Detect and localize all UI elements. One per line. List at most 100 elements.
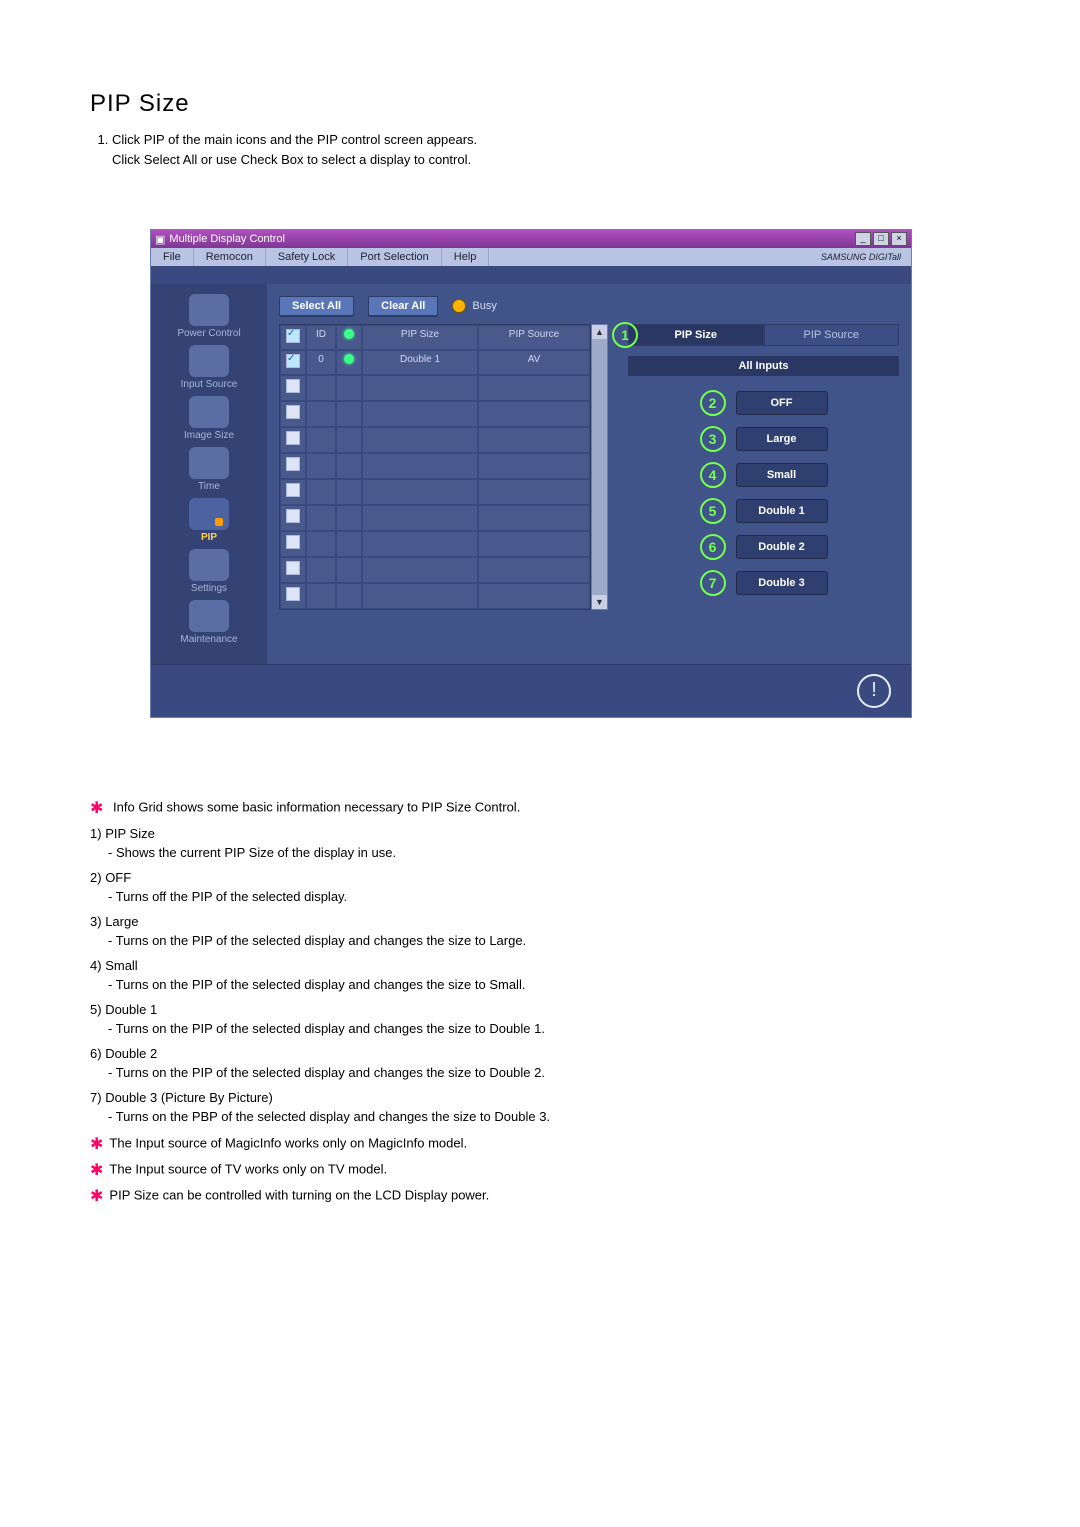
grid-row-empty [280, 401, 590, 427]
menu-file[interactable]: File [151, 248, 194, 266]
main-panel: Select All Clear All Busy ID [267, 284, 911, 664]
grid-row-empty [280, 479, 590, 505]
grid-header-checkbox[interactable] [280, 325, 306, 350]
grid-row-empty [280, 427, 590, 453]
sidebar-item-power[interactable]: Power Control [151, 294, 267, 339]
sidebar-item-image-size[interactable]: Image Size [151, 396, 267, 441]
option-double3-button[interactable]: Double 3 [736, 571, 828, 595]
app-icon: ▣ [155, 233, 165, 246]
grid-row-empty [280, 531, 590, 557]
brand-logo: SAMSUNG DIGITall [821, 252, 901, 262]
grid-row-empty [280, 557, 590, 583]
pip-size-options: 2 OFF 3 Large 4 Small [628, 390, 899, 596]
callout-2: 2 [700, 390, 726, 416]
option-double1-button[interactable]: Double 1 [736, 499, 828, 523]
desc-item: 5) Double 1 - Turns on the PIP of the se… [90, 1002, 990, 1036]
minimize-button[interactable]: _ [855, 232, 871, 246]
row-checkbox[interactable] [286, 354, 300, 368]
window-caption: Multiple Display Control [169, 233, 285, 245]
image-size-icon [189, 396, 229, 428]
star-icon: ✱ [90, 1162, 103, 1179]
right-panel: 1 PIP Size PIP Source All Inputs 2 OFF [618, 324, 899, 610]
star-icon: ✱ [90, 1188, 103, 1205]
all-inputs-header: All Inputs [628, 356, 899, 376]
sidebar-label: Power Control [151, 328, 267, 339]
menu-remocon[interactable]: Remocon [194, 248, 266, 266]
menu-help[interactable]: Help [442, 248, 490, 266]
menu-bar: File Remocon Safety Lock Port Selection … [151, 248, 911, 266]
callout-6: 6 [700, 534, 726, 560]
scroll-up-icon[interactable]: ▲ [592, 325, 607, 339]
grid-row-empty [280, 375, 590, 401]
callout-4: 4 [700, 462, 726, 488]
note-text: The Input source of MagicInfo works only… [109, 1135, 467, 1150]
grid-scrollbar[interactable]: ▲ ▼ [591, 324, 608, 610]
desc-item: 6) Double 2 - Turns on the PIP of the se… [90, 1046, 990, 1080]
desc-item: 2) OFF - Turns off the PIP of the select… [90, 870, 990, 904]
grid-row-empty [280, 583, 590, 609]
tab-pip-source[interactable]: PIP Source [764, 324, 900, 346]
app-window: ▣ Multiple Display Control _ □ × File Re… [150, 229, 912, 718]
pip-icon [189, 498, 229, 530]
option-large-button[interactable]: Large [736, 427, 828, 451]
tab-pip-size[interactable]: PIP Size [628, 324, 764, 346]
clear-all-button[interactable]: Clear All [368, 296, 438, 316]
time-icon [189, 447, 229, 479]
option-small-button[interactable]: Small [736, 463, 828, 487]
desc-item: 4) Small - Turns on the PIP of the selec… [90, 958, 990, 992]
sidebar-label: Maintenance [151, 634, 267, 645]
callout-7: 7 [700, 570, 726, 596]
callout-3: 3 [700, 426, 726, 452]
intro-list: Click PIP of the main icons and the PIP … [112, 130, 990, 169]
sidebar-label: Settings [151, 583, 267, 594]
scroll-down-icon[interactable]: ▼ [592, 595, 607, 609]
title-bar[interactable]: ▣ Multiple Display Control _ □ × [151, 230, 911, 248]
note-text: The Input source of TV works only on TV … [109, 1161, 387, 1176]
grid-row[interactable]: 0 Double 1 AV [280, 350, 590, 375]
info-line: ✱ Info Grid shows some basic information… [90, 798, 990, 818]
notes: ✱ The Input source of MagicInfo works onl… [90, 1134, 990, 1206]
grid-row-empty [280, 453, 590, 479]
busy-indicator: Busy [452, 299, 496, 313]
select-all-button[interactable]: Select All [279, 296, 354, 316]
menu-port-selection[interactable]: Port Selection [348, 248, 441, 266]
info-grid: ID PIP Size PIP Source 0 Double 1 AV [279, 324, 591, 610]
intro-line1: Click PIP of the main icons and the PIP … [112, 132, 477, 147]
power-icon [189, 294, 229, 326]
sidebar-label: Image Size [151, 430, 267, 441]
sidebar-label: Time [151, 481, 267, 492]
row-pip-size: Double 1 [362, 350, 478, 375]
sidebar-item-time[interactable]: Time [151, 447, 267, 492]
maximize-button[interactable]: □ [873, 232, 889, 246]
sidebar-item-settings[interactable]: Settings [151, 549, 267, 594]
row-id: 0 [306, 350, 336, 375]
desc-item: 1) PIP Size - Shows the current PIP Size… [90, 826, 990, 860]
description-list: 1) PIP Size - Shows the current PIP Size… [90, 826, 990, 1124]
input-icon [189, 345, 229, 377]
sidebar: Power Control Input Source Image Size Ti… [151, 284, 267, 664]
busy-label: Busy [472, 300, 496, 312]
grid-header-source: PIP Source [478, 325, 590, 350]
sidebar-label: Input Source [151, 379, 267, 390]
grid-header-status [336, 325, 362, 350]
option-off-button[interactable]: OFF [736, 391, 828, 415]
maintenance-icon [189, 600, 229, 632]
option-double2-button[interactable]: Double 2 [736, 535, 828, 559]
desc-item: 3) Large - Turns on the PIP of the selec… [90, 914, 990, 948]
sidebar-item-pip[interactable]: PIP [151, 498, 267, 543]
sidebar-item-input[interactable]: Input Source [151, 345, 267, 390]
warning-icon: ! [857, 674, 891, 708]
settings-icon [189, 549, 229, 581]
grid-header-size: PIP Size [362, 325, 478, 350]
page-title: PIP Size [90, 90, 990, 118]
callout-1: 1 [612, 322, 638, 348]
desc-item: 7) Double 3 (Picture By Picture) - Turns… [90, 1090, 990, 1124]
star-icon: ✱ [90, 1136, 103, 1153]
status-bar: ! [151, 664, 911, 717]
menu-safety-lock[interactable]: Safety Lock [266, 248, 348, 266]
row-status-led [344, 354, 354, 364]
sidebar-item-maintenance[interactable]: Maintenance [151, 600, 267, 645]
close-button[interactable]: × [891, 232, 907, 246]
intro-line2: Click Select All or use Check Box to sel… [112, 152, 471, 167]
busy-dot-icon [452, 299, 466, 313]
